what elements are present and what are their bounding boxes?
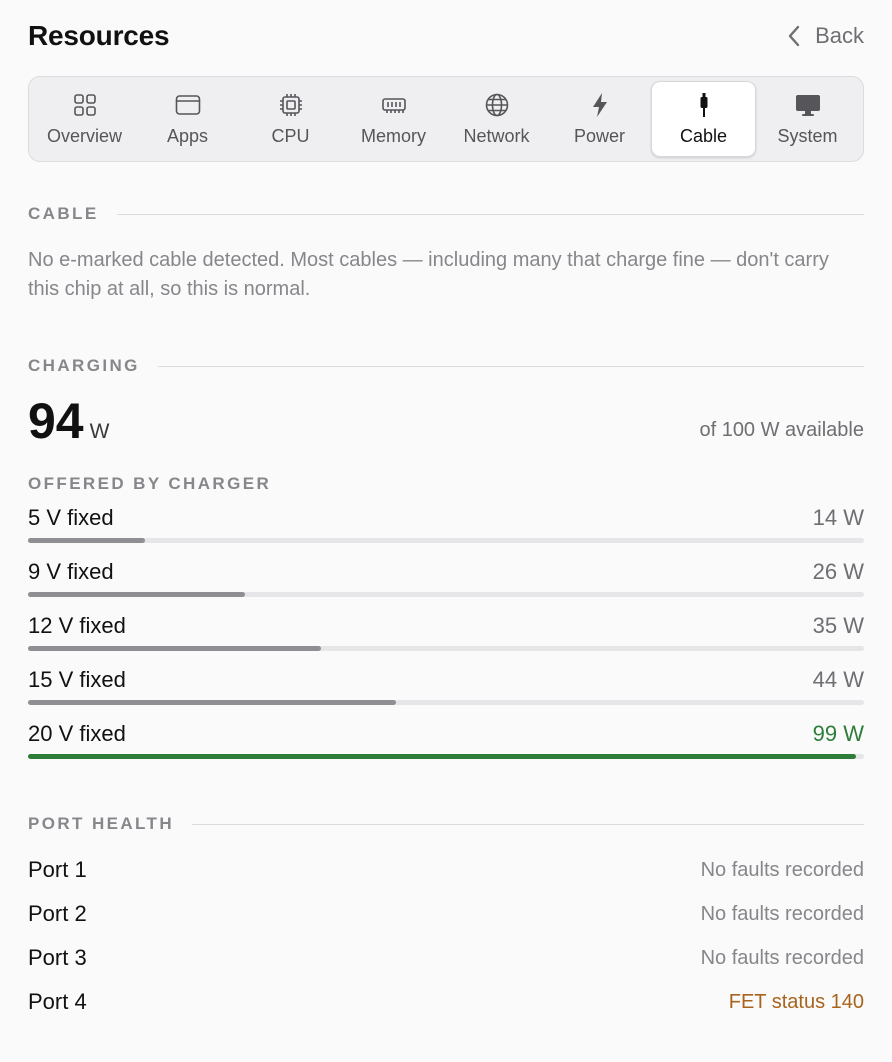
port-status: FET status 140 [728, 990, 864, 1013]
pdo-watts: 35 W [812, 613, 864, 638]
port-name: Port 1 [28, 857, 87, 882]
pdo-bar-fill [28, 538, 146, 543]
section-header: CHARGING [28, 356, 864, 376]
port-row: Port 2 No faults recorded [28, 892, 864, 936]
tab-label: CPU [271, 125, 310, 146]
tab-network[interactable]: Network [445, 81, 548, 157]
charge-unit: W [89, 420, 110, 443]
back-button[interactable]: Back [787, 23, 864, 49]
cable-icon [700, 92, 707, 117]
tab-label: Power [573, 125, 626, 146]
tab-apps[interactable]: Apps [136, 81, 239, 157]
divider [157, 365, 864, 367]
tab-label: Cable [679, 125, 728, 146]
pdo-row: 12 V fixed 35 W [28, 612, 864, 666]
tab-bar: Overview Apps CPU Memory Network Power C… [28, 76, 864, 162]
tab-cable[interactable]: Cable [651, 81, 756, 157]
charge-summary: 94 W of 100 W available [28, 394, 864, 448]
pdo-bar-fill [28, 592, 246, 597]
pdo-bar-fill [28, 700, 396, 705]
port-row: Port 4 FET status 140 [28, 980, 864, 1024]
port-status: No faults recorded [700, 858, 864, 881]
port-list: Port 1 No faults recorded Port 2 No faul… [28, 848, 864, 1024]
port-health-section: PORT HEALTH Port 1 No faults recorded Po… [28, 814, 864, 1024]
pdo-name: 9 V fixed [28, 559, 114, 584]
port-row: Port 3 No faults recorded [28, 936, 864, 980]
pdo-name: 5 V fixed [28, 505, 114, 530]
port-status: No faults recorded [700, 946, 864, 969]
pdo-name: 20 V fixed [28, 721, 126, 746]
section-label: CABLE [28, 204, 99, 223]
cpu-icon [279, 93, 302, 116]
bolt-icon [592, 92, 607, 117]
section-label: PORT HEALTH [28, 814, 175, 833]
section-header: PORT HEALTH [28, 814, 864, 834]
pdo-watts: 44 W [812, 667, 864, 692]
divider [116, 213, 864, 215]
tab-system[interactable]: System [756, 81, 859, 157]
pdo-bar-track [28, 592, 864, 597]
divider [192, 823, 864, 825]
tab-label: Network [463, 125, 530, 146]
pdo-watts: 26 W [812, 559, 864, 584]
pdo-row: 9 V fixed 26 W [28, 558, 864, 612]
tab-cpu[interactable]: CPU [239, 81, 342, 157]
tab-memory[interactable]: Memory [342, 81, 445, 157]
page-title: Resources [28, 20, 170, 51]
available-power: of 100 W available [699, 419, 864, 441]
pdo-watts: 99 W [812, 721, 864, 746]
pdo-watts: 14 W [812, 505, 864, 530]
pdo-bar-track [28, 754, 864, 759]
section-header: CABLE [28, 204, 864, 224]
cable-message: No e-marked cable detected. Most cables … [28, 249, 829, 300]
tab-label: Apps [166, 125, 209, 146]
chevron-left-icon [788, 25, 800, 47]
pdo-row: 20 V fixed 99 W [28, 720, 864, 774]
display-icon [795, 94, 820, 116]
globe-icon [485, 93, 508, 116]
pdo-bar-track [28, 538, 864, 543]
pdo-bar-track [28, 700, 864, 705]
back-label: Back [815, 23, 864, 48]
pdo-row: 5 V fixed 14 W [28, 504, 864, 558]
port-status: No faults recorded [700, 902, 864, 925]
header: Resources Back [28, 0, 864, 72]
pdo-name: 15 V fixed [28, 667, 126, 692]
charge-power: 94 W [28, 394, 109, 448]
tab-label: System [777, 125, 838, 146]
window-icon [175, 94, 200, 115]
cable-section: CABLE No e-marked cable detected. Most c… [28, 204, 864, 304]
resources-panel: Resources Back Overview Apps CPU Memory … [0, 0, 892, 1062]
tab-label: Overview [46, 125, 122, 146]
charge-watts: 94 [28, 393, 84, 449]
pdo-list: 5 V fixed 14 W 9 V fixed 26 W 12 V fixed… [28, 504, 864, 774]
pdo-bar-fill [28, 754, 856, 759]
port-name: Port 4 [28, 989, 87, 1014]
port-name: Port 3 [28, 945, 87, 970]
pdo-bar-fill [28, 646, 321, 651]
memory-icon [381, 97, 406, 113]
pdo-bar-track [28, 646, 864, 651]
grid-icon [73, 93, 96, 116]
port-name: Port 2 [28, 901, 87, 926]
offered-label: OFFERED BY CHARGER [28, 474, 272, 493]
pdo-name: 12 V fixed [28, 613, 126, 638]
port-row: Port 1 No faults recorded [28, 848, 864, 892]
pdo-row: 15 V fixed 44 W [28, 666, 864, 720]
tab-overview[interactable]: Overview [33, 81, 136, 157]
charging-section: CHARGING 94 W of 100 W available OFFERED… [28, 356, 864, 774]
tab-label: Memory [360, 125, 426, 146]
section-label: CHARGING [28, 356, 140, 375]
tab-power[interactable]: Power [548, 81, 651, 157]
